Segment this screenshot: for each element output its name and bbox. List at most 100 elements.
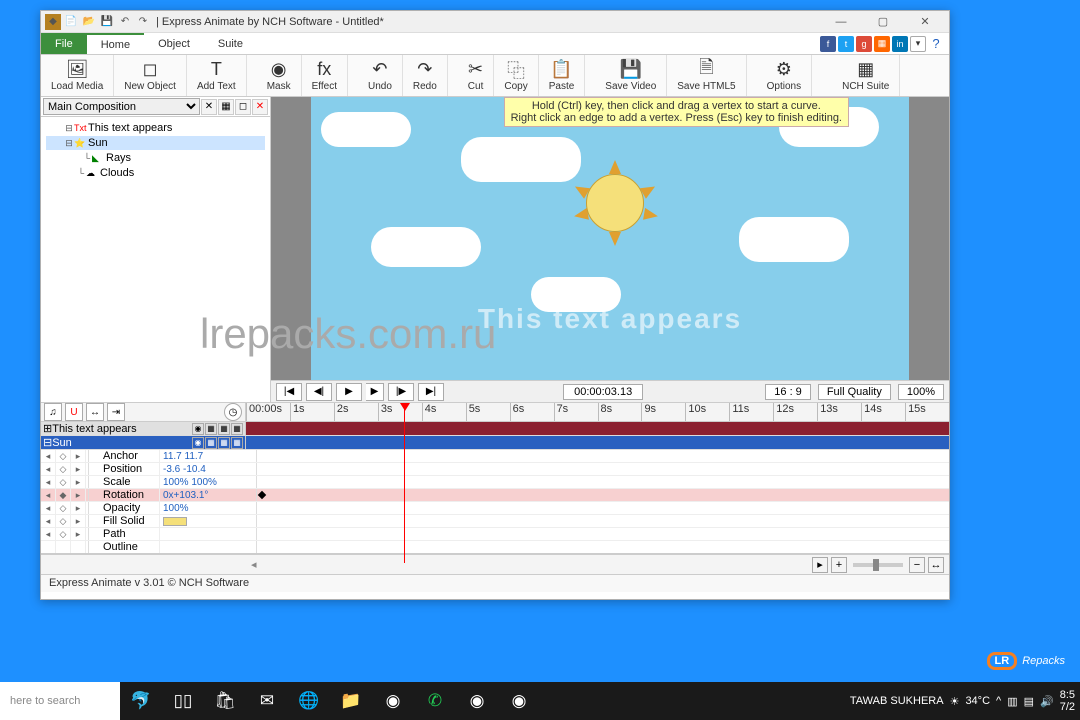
mail-icon[interactable]: ✉ (246, 682, 288, 720)
edge-icon[interactable]: 🌐 (288, 682, 330, 720)
cut-button[interactable]: ✂Cut (458, 55, 495, 96)
track-text[interactable]: ⊞ This text appears◉▦▦▦ (41, 422, 949, 436)
maximize-button[interactable]: ▢ (868, 13, 898, 31)
prop-scale: ◂◇▸Scale100% 100% (41, 476, 949, 489)
undo-icon[interactable]: ↶ (117, 14, 133, 30)
temperature[interactable]: 34°C (965, 695, 990, 707)
zoom-out-button[interactable]: − (909, 557, 925, 573)
timeline-ruler[interactable]: 00:00s1s2s3s4s5s6s7s8s9s10s11s12s13s14s1… (246, 403, 949, 421)
play-button[interactable]: ▶ (336, 383, 362, 401)
help-icon[interactable]: ? (928, 36, 944, 52)
vis-icon: ◉ (192, 423, 204, 435)
zoom-in-button[interactable]: + (831, 557, 847, 573)
save-html5-icon: 🗎 (699, 60, 713, 80)
linkedin-icon[interactable]: in (892, 36, 908, 52)
wifi-icon[interactable]: ▤ (1024, 695, 1034, 708)
comp-tool-delete[interactable]: ✕ (252, 99, 268, 115)
tree-item-rays[interactable]: └◣Rays (46, 151, 265, 165)
paste-button[interactable]: 📋Paste (539, 55, 586, 96)
whatsapp-icon[interactable]: ✆ (414, 682, 456, 720)
zoom-fit-button[interactable]: ↔ (928, 557, 944, 573)
timeline-footer: ◂ ▸ + − ↔ (41, 554, 949, 574)
copy-button[interactable]: ⿻Copy (494, 55, 538, 96)
minimize-button[interactable]: — (826, 13, 856, 31)
aspect-ratio[interactable]: 16 : 9 (765, 384, 811, 400)
goto-end-button[interactable]: ▶| (418, 383, 444, 401)
google-icon[interactable]: g (856, 36, 872, 52)
chrome2-icon[interactable]: ◉ (498, 682, 540, 720)
comp-tool-2[interactable]: ▦ (218, 99, 234, 115)
tray-expand-icon[interactable]: ^ (996, 695, 1001, 707)
next-frame-button[interactable]: |▶ (388, 383, 414, 401)
play-loop-button[interactable]: ▶ (366, 383, 384, 401)
canvas-text[interactable]: This text appears (478, 303, 742, 335)
nch-suite-button[interactable]: ▦NCH Suite (832, 55, 900, 96)
chrome-icon[interactable]: ◉ (372, 682, 414, 720)
window-title: | Express Animate by NCH Software - Unti… (156, 16, 826, 28)
tool-4-icon[interactable]: ⇥ (107, 403, 125, 421)
task-view-icon[interactable]: ▯▯ (162, 682, 204, 720)
zoom-select[interactable]: 100% (898, 384, 944, 400)
add-text-button[interactable]: TAdd Text (187, 55, 247, 96)
tree-item-text[interactable]: ⊟TxtThis text appears (46, 121, 265, 135)
menu-bar: File Home Object Suite f t g ▦ in ▾ ? (41, 33, 949, 55)
tool-3-icon[interactable]: ↔ (86, 403, 104, 421)
tree-item-clouds[interactable]: └☁Clouds (46, 166, 265, 180)
options-button[interactable]: ⚙Options (757, 55, 812, 96)
save-video-button[interactable]: 💾Save Video (595, 55, 667, 96)
weather-icon[interactable]: ☀ (950, 695, 960, 708)
tab-home[interactable]: Home (87, 33, 144, 54)
new-object-icon: ◻ (143, 60, 158, 80)
undo-button[interactable]: ↶Undo (358, 55, 403, 96)
audio-tool-icon[interactable]: ♫ (44, 403, 62, 421)
load-media-button[interactable]: 🖼Load Media (41, 55, 114, 96)
snap-tool-icon[interactable]: U (65, 403, 83, 421)
dropdown-icon[interactable]: ▾ (910, 36, 926, 52)
volume-icon[interactable]: 🔊 (1040, 695, 1054, 708)
zoom-slider[interactable] (853, 563, 903, 567)
rss-icon[interactable]: ▦ (874, 36, 890, 52)
canary-icon[interactable]: ◉ (456, 682, 498, 720)
keyframe[interactable] (258, 491, 266, 499)
composition-panel: Main Composition ✕ ▦ ◻ ✕ ⊟TxtThis text a… (41, 97, 271, 402)
clock-icon[interactable]: ◷ (224, 403, 242, 421)
track-sun[interactable]: ⊟ Sun◉▦▦▦ (41, 436, 949, 450)
search-input[interactable]: here to search (0, 682, 120, 720)
twitter-icon[interactable]: t (838, 36, 854, 52)
new-icon[interactable]: 📄 (63, 14, 79, 30)
new-object-button[interactable]: ◻New Object (114, 55, 187, 96)
clock[interactable]: 8:57/2 (1060, 689, 1075, 713)
quality-select[interactable]: Full Quality (818, 384, 891, 400)
effect-button[interactable]: fxEffect (302, 55, 348, 96)
redo-button[interactable]: ↷Redo (403, 55, 448, 96)
save-icon[interactable]: 💾 (99, 14, 115, 30)
comp-tool-1[interactable]: ✕ (201, 99, 217, 115)
open-icon[interactable]: 📂 (81, 14, 97, 30)
playhead[interactable] (404, 403, 405, 563)
system-tray: TAWAB SUKHERA ☀ 34°C ^ ▥ ▤ 🔊 8:57/2 (850, 689, 1080, 713)
sun-object[interactable] (580, 168, 650, 238)
timeline-tools: ♫ U ↔ ⇥ ◷ (41, 403, 246, 421)
composition-select[interactable]: Main Composition (43, 98, 200, 115)
close-button[interactable]: ✕ (910, 13, 940, 31)
store-icon[interactable]: 🛍 (204, 682, 246, 720)
prev-frame-button[interactable]: ◀| (306, 383, 332, 401)
prop-outline: Outline (41, 541, 949, 554)
timecode[interactable]: 00:00:03.13 (563, 384, 643, 400)
save-html5-button[interactable]: 🗎Save HTML5 (667, 55, 746, 96)
explorer-icon[interactable]: 📁 (330, 682, 372, 720)
comp-tool-3[interactable]: ◻ (235, 99, 251, 115)
app-dolphin-icon[interactable]: 🐬 (120, 682, 162, 720)
options-icon: ⚙ (776, 60, 792, 80)
preview-canvas[interactable]: This text appears (311, 97, 909, 380)
facebook-icon[interactable]: f (820, 36, 836, 52)
battery-icon[interactable]: ▥ (1007, 695, 1017, 708)
tab-object[interactable]: Object (144, 33, 204, 54)
tab-suite[interactable]: Suite (204, 33, 257, 54)
goto-start-button[interactable]: |◀ (276, 383, 302, 401)
mask-button[interactable]: ◉Mask (257, 55, 302, 96)
tab-file[interactable]: File (41, 33, 87, 54)
redo-icon[interactable]: ↷ (135, 14, 151, 30)
timeline-ruler-row: ♫ U ↔ ⇥ ◷ 00:00s1s2s3s4s5s6s7s8s9s10s11s… (41, 402, 949, 422)
tree-item-sun[interactable]: ⊟⭐Sun (46, 136, 265, 150)
